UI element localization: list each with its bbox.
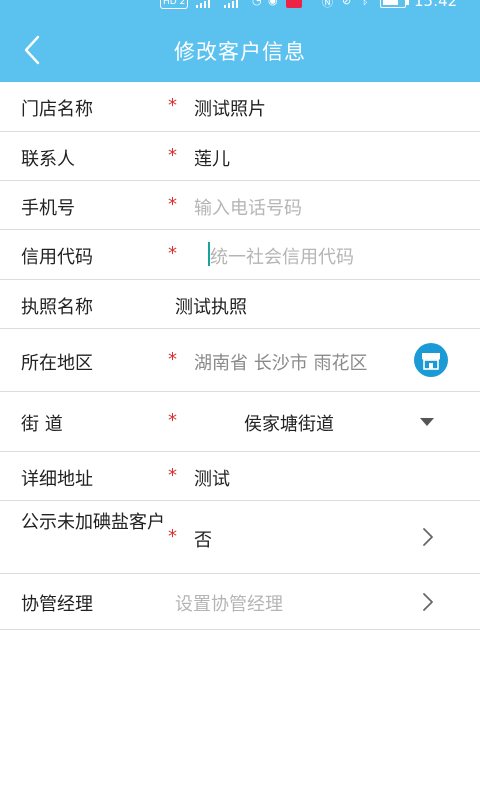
co-manager-label: 协管经理 [21,594,93,615]
co-manager-row[interactable]: 协管经理 设置协管经理 [0,574,480,630]
store-name-label: 门店名称 [21,99,93,120]
required-star: * [168,145,177,166]
license-name-label: 执照名称 [21,297,93,318]
chevron-right-icon[interactable] [420,526,436,548]
required-star: * [168,349,177,370]
non-iodized-salt-value[interactable]: 否 [194,526,212,552]
store-name-input[interactable]: 测试照片 [194,95,266,121]
license-name-input[interactable]: 测试执照 [175,293,247,319]
store-name-row[interactable]: 门店名称 * 测试照片 [0,82,480,132]
required-star: * [168,465,177,486]
contact-input[interactable]: 莲儿 [194,145,230,171]
address-input[interactable]: 测试 [194,465,230,491]
street-dropdown[interactable]: 侯家塘街道 [190,392,450,452]
street-selected-value: 侯家塘街道 [244,414,334,435]
region-value[interactable]: 湖南省 长沙市 雨花区 [194,349,367,375]
required-star: * [168,194,177,215]
required-star: * [168,243,177,264]
wifi-icon: ◔ [252,0,262,7]
customer-form: 门店名称 * 测试照片 联系人 * 莲儿 手机号 * 输入电话号码 信用代码 *… [0,82,480,630]
nfc-icon: Ⓝ [322,0,333,9]
mute-icon: ⊘ [342,0,352,7]
notification-icon [286,0,302,8]
license-name-row[interactable]: 执照名称 测试执照 [0,280,480,329]
sync-icon: ◉ [268,0,278,7]
co-manager-value[interactable]: 设置协管经理 [175,590,283,616]
bluetooth-icon: ᛒ [362,0,369,7]
status-bar: HD 2 ◔ ◉ Ⓝ ⊘ ᛒ 15:42 [0,0,480,18]
region-row[interactable]: 所在地区 * 湖南省 长沙市 雨花区 [0,329,480,392]
phone-label: 手机号 [21,198,75,219]
page-title: 修改客户信息 [174,40,306,64]
app-header-area: HD 2 ◔ ◉ Ⓝ ⊘ ᛒ 15:42 修改客户信息 [0,0,480,82]
region-label: 所在地区 [21,353,93,374]
non-iodized-salt-row[interactable]: 公示未加碘盐客户 * 否 [0,501,480,574]
contact-row[interactable]: 联系人 * 莲儿 [0,132,480,181]
chevron-right-icon[interactable] [420,591,436,613]
phone-row[interactable]: 手机号 * 输入电话号码 [0,181,480,230]
non-iodized-salt-label: 公示未加碘盐客户 [21,512,165,533]
phone-input[interactable]: 输入电话号码 [194,194,302,220]
credit-code-label: 信用代码 [21,247,93,268]
signal-icon [196,0,212,8]
credit-code-row[interactable]: 信用代码 * 统一社会信用代码 [0,230,480,280]
signal-icon [224,0,240,8]
required-star: * [168,526,177,547]
status-time: 15:42 [414,0,458,10]
credit-code-input[interactable]: 统一社会信用代码 [210,243,354,269]
shop-icon[interactable] [414,343,448,377]
required-star: * [168,95,177,116]
required-star: * [168,410,177,431]
address-row[interactable]: 详细地址 * 测试 [0,452,480,501]
caret-down-icon [420,418,434,426]
street-label: 街 道 [21,414,63,435]
contact-label: 联系人 [21,149,75,170]
battery-icon [380,0,409,8]
street-row[interactable]: 街 道 * 侯家塘街道 [0,392,480,452]
hd-badge: HD 2 [160,0,189,9]
title-bar: 修改客户信息 [0,18,480,82]
address-label: 详细地址 [21,469,93,490]
